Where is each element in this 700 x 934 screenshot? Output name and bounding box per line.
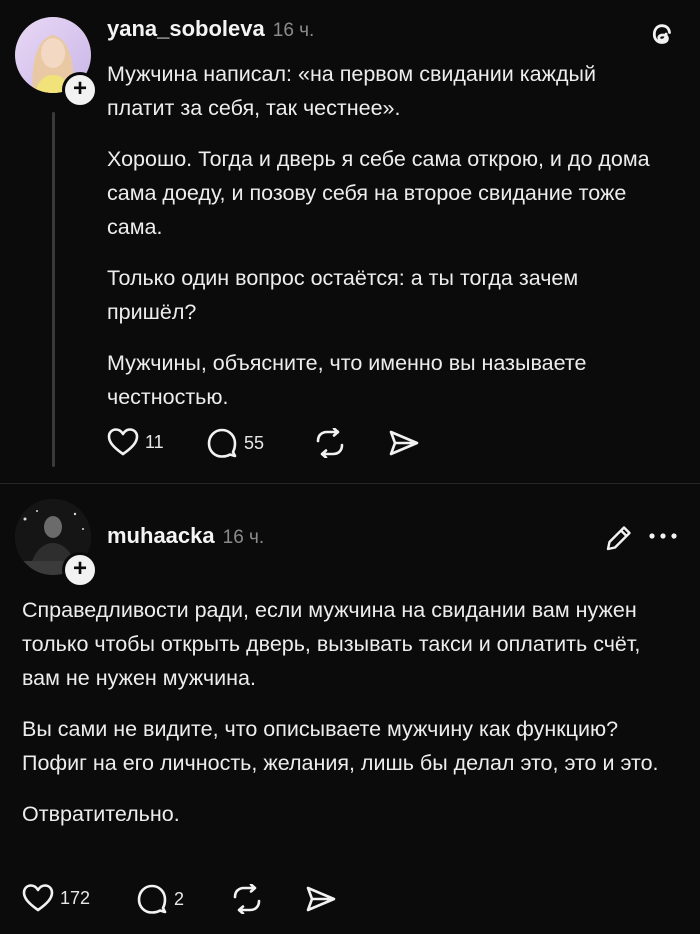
follow-plus-button[interactable]: + — [62, 72, 98, 108]
edit-button[interactable] — [604, 523, 634, 553]
post-text-paragraph: Вы сами не видите, что описываете мужчин… — [22, 717, 659, 775]
more-icon — [649, 533, 677, 539]
comment-button[interactable]: 2 — [136, 883, 184, 915]
like-count: 11 — [145, 431, 164, 452]
send-icon — [306, 886, 336, 912]
follow-plus-button[interactable]: + — [62, 552, 98, 588]
like-button[interactable]: 11 — [107, 427, 164, 457]
repost-icon — [233, 884, 261, 914]
username[interactable]: muhaacka — [107, 523, 215, 548]
post-2-body: Справедливости ради, если мужчина на сви… — [22, 593, 672, 848]
heart-icon — [107, 428, 139, 456]
timestamp: 16 ч. — [272, 20, 315, 41]
comment-icon — [137, 884, 167, 914]
repost-icon — [316, 428, 344, 458]
post-1-body: Мужчина написал: «на первом свидании каж… — [107, 57, 667, 431]
share-button[interactable] — [305, 885, 337, 913]
heart-icon — [22, 884, 54, 912]
post-text-paragraph: Мужчины, объясните, что именно вы называ… — [107, 351, 587, 409]
comment-button[interactable]: 55 — [206, 427, 264, 459]
comment-count: 2 — [174, 888, 185, 909]
post-2-header: muhaacka 16 ч. — [107, 523, 264, 549]
comment-icon — [207, 428, 237, 458]
comment-count: 55 — [244, 432, 265, 453]
like-button[interactable]: 172 — [22, 883, 90, 913]
post-text-paragraph: Отвратительно. — [22, 802, 180, 826]
post-text-paragraph: Только один вопрос остаётся: а ты тогда … — [107, 266, 579, 324]
like-count: 172 — [60, 887, 91, 908]
username[interactable]: yana_soboleva — [107, 16, 265, 41]
post-divider — [0, 483, 700, 484]
post-text-paragraph: Хорошо. Тогда и дверь я себе сама открою… — [107, 147, 650, 239]
repost-button[interactable] — [313, 428, 347, 458]
threads-logo-icon[interactable] — [645, 17, 679, 51]
share-button[interactable] — [388, 429, 420, 457]
more-button[interactable] — [648, 530, 678, 542]
thread-line — [52, 112, 55, 467]
post-1-header: yana_soboleva 16 ч. — [107, 16, 314, 42]
timestamp: 16 ч. — [222, 527, 265, 548]
send-icon — [389, 430, 419, 456]
post-text-paragraph: Справедливости ради, если мужчина на сви… — [22, 598, 641, 690]
post-text-paragraph: Мужчина написал: «на первом свидании каж… — [107, 62, 596, 120]
repost-button[interactable] — [230, 884, 264, 914]
edit-icon — [606, 526, 631, 551]
